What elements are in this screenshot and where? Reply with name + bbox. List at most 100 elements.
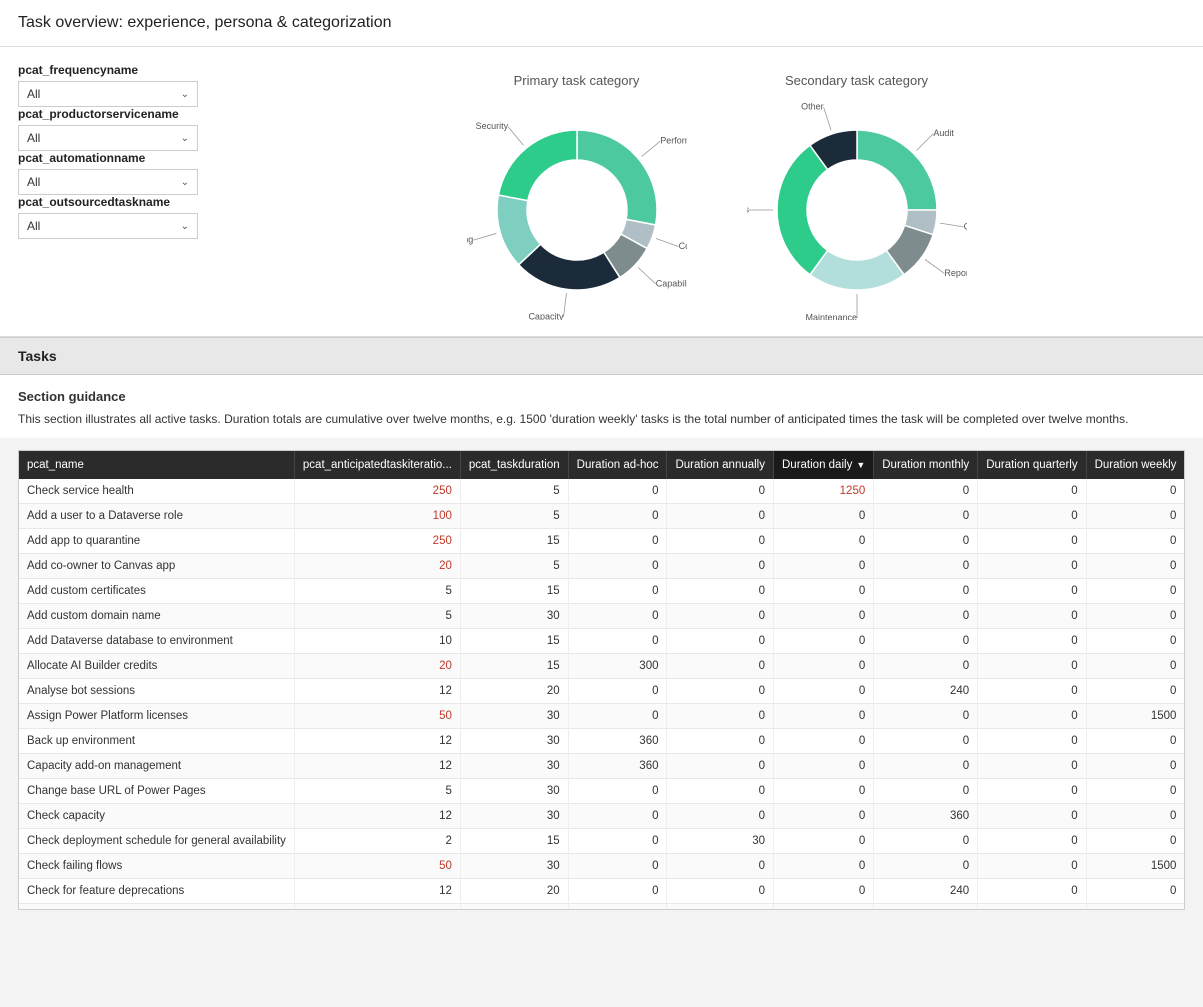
table-cell: 0 xyxy=(568,829,667,854)
filter-value-pcat_productorservicename: All xyxy=(27,131,40,145)
table-cell: 15 xyxy=(460,579,568,604)
table-cell: 240 xyxy=(874,679,978,704)
table-cell: 0 xyxy=(667,679,774,704)
table-cell: 0 xyxy=(774,904,874,911)
table-cell: 0 xyxy=(568,479,667,504)
filter-value-pcat_automationname: All xyxy=(27,175,40,189)
col-header-2[interactable]: pcat_taskduration xyxy=(460,451,568,479)
table-cell: Check for feature deprecations xyxy=(19,879,294,904)
table-cell: 0 xyxy=(1086,629,1185,654)
guidance-title: Section guidance xyxy=(18,389,1185,404)
table-cell: 0 xyxy=(978,904,1086,911)
filter-group-pcat_productorservicename: pcat_productorservicenameAll⌄ xyxy=(18,107,228,151)
table-cell: 0 xyxy=(978,854,1086,879)
table-row: Back up environment1230360000006 xyxy=(19,729,1185,754)
table-cell: 0 xyxy=(774,879,874,904)
table-cell: 0 xyxy=(978,779,1086,804)
table-cell: 0 xyxy=(874,604,978,629)
table-cell: 0 xyxy=(1086,654,1185,679)
table-cell: Assign Power Platform licenses xyxy=(19,704,294,729)
table-cell: 30 xyxy=(460,854,568,879)
table-cell: 250 xyxy=(294,479,460,504)
table-cell: 0 xyxy=(1086,779,1185,804)
table-row: Add co-owner to Canvas app2050000002 xyxy=(19,554,1185,579)
chevron-down-icon: ⌄ xyxy=(181,177,189,188)
table-cell: Add custom certificates xyxy=(19,579,294,604)
table-cell: 0 xyxy=(774,829,874,854)
table-cell: 0 xyxy=(1086,679,1185,704)
table-cell: 15 xyxy=(460,654,568,679)
table-cell: 360 xyxy=(568,754,667,779)
table-cell: 12 xyxy=(294,879,460,904)
table-cell: 0 xyxy=(1086,479,1185,504)
svg-text:Governance: Governance xyxy=(963,221,966,231)
table-cell: 0 xyxy=(874,729,978,754)
table-cell: 0 xyxy=(1086,729,1185,754)
table-cell: 5 xyxy=(294,779,460,804)
table-cell: 0 xyxy=(568,554,667,579)
table-cell: 100 xyxy=(294,504,460,529)
svg-text:Maintenance: Maintenance xyxy=(805,312,857,320)
table-cell: 0 xyxy=(774,654,874,679)
table-cell: 0 xyxy=(667,529,774,554)
col-header-0[interactable]: pcat_name xyxy=(19,451,294,479)
table-cell: Add Dataverse database to environment xyxy=(19,629,294,654)
table-cell: 0 xyxy=(774,579,874,604)
svg-text:Consistency: Consistency xyxy=(678,241,686,251)
col-header-6[interactable]: Duration monthly xyxy=(874,451,978,479)
table-wrapper[interactable]: pcat_namepcat_anticipatedtaskiteratio...… xyxy=(18,450,1185,910)
table-cell: 0 xyxy=(568,529,667,554)
table-cell: 0 xyxy=(1086,504,1185,529)
table-cell: 0 xyxy=(667,904,774,911)
sort-arrow-icon: ▼ xyxy=(856,460,865,470)
table-cell: 5 xyxy=(294,579,460,604)
table-cell: 0 xyxy=(978,654,1086,679)
table-cell: 0 xyxy=(667,654,774,679)
table-row: Add app to quarantine2501500000063 xyxy=(19,529,1185,554)
filter-select-pcat_productorservicename[interactable]: All ⌄ xyxy=(18,125,198,151)
table-cell: 30 xyxy=(460,779,568,804)
col-header-7[interactable]: Duration quarterly xyxy=(978,451,1086,479)
secondary-chart-title: Secondary task category xyxy=(785,73,928,88)
table-cell: 0 xyxy=(978,804,1086,829)
table-cell: 0 xyxy=(568,504,667,529)
table-cell: 0 xyxy=(774,779,874,804)
table-cell: 0 xyxy=(874,579,978,604)
svg-text:Capability: Capability xyxy=(655,278,686,288)
table-cell: 300 xyxy=(568,654,667,679)
filter-select-pcat_automationname[interactable]: All ⌄ xyxy=(18,169,198,195)
table-cell: 20 xyxy=(294,554,460,579)
table-cell: 0 xyxy=(568,704,667,729)
table-cell: Check failing flows xyxy=(19,854,294,879)
tasks-table: pcat_namepcat_anticipatedtaskiteratio...… xyxy=(19,451,1185,910)
table-row: Check deployment schedule for general av… xyxy=(19,829,1185,854)
table-row: Assign Power Platform licenses5030000001… xyxy=(19,704,1185,729)
table-cell: 0 xyxy=(1086,579,1185,604)
table-cell: 0 xyxy=(774,504,874,529)
table-row: Add a user to a Dataverse role1005000000… xyxy=(19,504,1185,529)
table-cell: 0 xyxy=(1086,604,1185,629)
col-header-1[interactable]: pcat_anticipatedtaskiteratio... xyxy=(294,451,460,479)
col-header-8[interactable]: Duration weekly xyxy=(1086,451,1185,479)
table-cell: 0 xyxy=(568,854,667,879)
filter-select-pcat_outsourcedtaskname[interactable]: All⌄ xyxy=(18,213,198,239)
table-cell: 0 xyxy=(774,629,874,654)
col-header-5[interactable]: Duration daily▼ xyxy=(774,451,874,479)
table-cell: 1250 xyxy=(774,479,874,504)
table-cell: 12 xyxy=(294,804,460,829)
table-row: Check service health250500125000021 xyxy=(19,479,1185,504)
col-header-3[interactable]: Duration ad-hoc xyxy=(568,451,667,479)
table-cell: 0 xyxy=(774,804,874,829)
table-cell: 0 xyxy=(774,529,874,554)
table-row: Check for new connectors50100000008 xyxy=(19,904,1185,911)
chevron-down-icon: ⌄ xyxy=(181,133,189,144)
table-cell: 0 xyxy=(774,679,874,704)
filter-select-pcat_frequencyname[interactable]: All⌄ xyxy=(18,81,198,107)
col-header-4[interactable]: Duration annually xyxy=(667,451,774,479)
table-cell: 0 xyxy=(978,879,1086,904)
table-cell: 0 xyxy=(667,554,774,579)
table-cell: 0 xyxy=(667,579,774,604)
table-cell: 0 xyxy=(1086,829,1185,854)
secondary-chart-container: Secondary task category AuditGovernanceR… xyxy=(747,73,967,320)
chevron-down-icon: ⌄ xyxy=(181,221,189,232)
